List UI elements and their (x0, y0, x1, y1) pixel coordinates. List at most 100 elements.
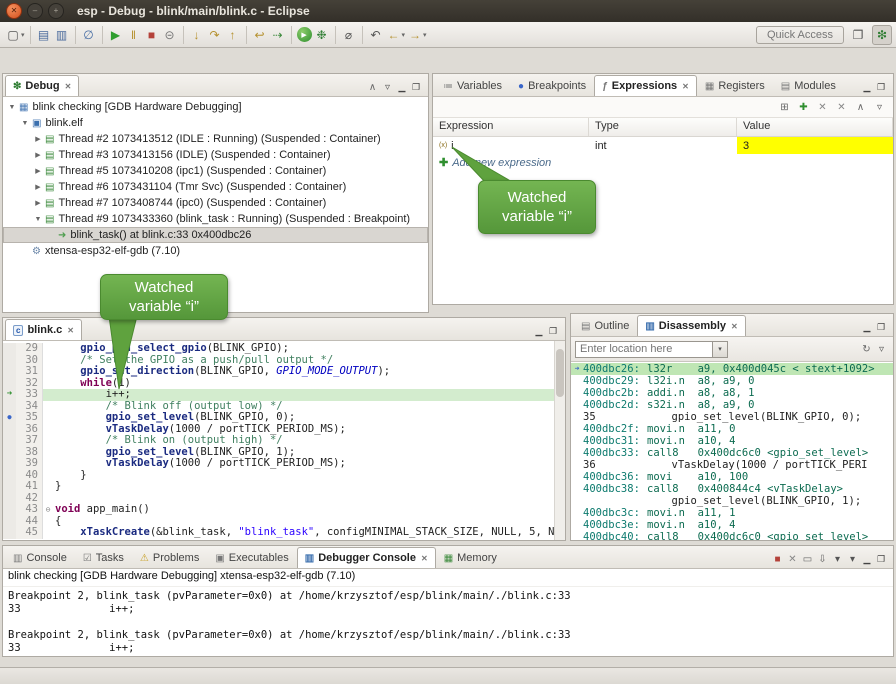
expand-down-icon[interactable]: ▼ (7, 104, 17, 111)
minimize-button[interactable]: ▁ (860, 82, 874, 93)
maximize-button[interactable]: ❐ (409, 82, 423, 93)
line-number[interactable]: 45 (16, 527, 43, 539)
remove-all-terminated-icon[interactable]: ✕ (785, 554, 800, 565)
disassembly-line[interactable]: 400dbc40:call8 0x400dc6c0 <gpio_set_leve… (571, 531, 893, 540)
minimize-button[interactable]: ▁ (860, 554, 874, 565)
debug-tree-row[interactable]: ▶▤Thread #7 1073408744 (ipc0) (Suspended… (3, 195, 428, 211)
disassembly-line[interactable]: ➜400dbc26:l32r a9, 0x400d045c < stext+10… (571, 363, 893, 375)
window-maximize-button[interactable]: + (48, 3, 64, 19)
line-number[interactable]: 39 (16, 458, 43, 470)
code-editor[interactable]: 29 gpio_pad_select_gpio(BLINK_GPIO);30 /… (3, 341, 565, 540)
run-button[interactable]: ▶ (297, 27, 312, 42)
close-icon[interactable]: ✕ (731, 322, 738, 331)
new-wizard-menu-button[interactable]: ▾ (21, 31, 25, 39)
back-menu-button[interactable]: ▾ (402, 31, 406, 39)
disassembly-line[interactable]: 400dbc38:call8 0x400844c4 <vTaskDelay> (571, 483, 893, 495)
show-type-names-icon[interactable]: ⊞ (777, 102, 792, 113)
console-output[interactable]: Breakpoint 2, blink_task (pvParameter=0x… (3, 587, 893, 656)
debug-tree-row[interactable]: ▶▤Thread #3 1073413156 (IDLE) (Suspended… (3, 147, 428, 163)
location-input[interactable] (575, 341, 713, 358)
disassembly-line[interactable]: 400dbc2b:addi.n a8, a8, 1 (571, 387, 893, 399)
tab-console[interactable]: ▥ Console (5, 547, 75, 568)
open-console-icon[interactable]: ▾ (845, 554, 860, 565)
disassembly-line[interactable]: 400dbc2f:movi.n a11, 0 (571, 423, 893, 435)
debug-tree-row[interactable]: ▼▦blink checking [GDB Hardware Debugging… (3, 99, 428, 115)
expand-down-icon[interactable]: ▼ (20, 120, 30, 127)
resume-button[interactable]: ▶ (108, 26, 124, 44)
view-menu-icon[interactable]: ▿ (380, 82, 395, 93)
instruction-stepping-button[interactable]: ⇢ (270, 26, 286, 44)
forward-button[interactable]: → (407, 26, 423, 44)
expression-row[interactable]: (x) i int 3 (433, 137, 893, 154)
drop-to-frame-button[interactable]: ↩ (252, 26, 268, 44)
expand-right-icon[interactable]: ▶ (33, 151, 43, 159)
tab-registers[interactable]: ▦ Registers (697, 75, 773, 96)
tab-disassembly[interactable]: ▥ Disassembly ✕ (637, 315, 745, 336)
new-wizard-button[interactable]: ▢ (5, 26, 21, 44)
maximize-button[interactable]: ❐ (546, 326, 560, 337)
tab-expressions[interactable]: ƒ Expressions ✕ (594, 75, 697, 96)
debug-perspective-button[interactable]: ❇ (872, 25, 892, 45)
step-into-button[interactable]: ↓ (189, 26, 205, 44)
expression-name-cell[interactable]: (x) i (433, 137, 589, 154)
debug-tree-row[interactable]: ▶▤Thread #6 1073431104 (Tmr Svc) (Suspen… (3, 179, 428, 195)
debug-button[interactable]: ❉ (314, 26, 330, 44)
line-number[interactable]: 37 (16, 435, 43, 447)
disassembly-line[interactable]: 400dbc31:movi.n a10, 4 (571, 435, 893, 447)
code-line[interactable]: 45 xTaskCreate(&blink_task, "blink_task"… (3, 527, 565, 539)
expand-right-icon[interactable]: ▶ (33, 183, 43, 191)
tab-variables[interactable]: ≔ Variables (435, 75, 510, 96)
close-icon[interactable]: ✕ (67, 326, 74, 335)
disassembly-line[interactable]: 35 gpio_set_level(BLINK_GPIO, 0); (571, 411, 893, 423)
tab-memory[interactable]: ▦ Memory (436, 547, 505, 568)
step-return-button[interactable]: ↑ (225, 26, 241, 44)
remove-all-expressions-icon[interactable]: ✕ (834, 102, 849, 113)
minimize-button[interactable]: ▁ (395, 82, 409, 93)
back-button[interactable]: ← (386, 26, 402, 44)
tab-debug[interactable]: ❇ Debug ✕ (5, 75, 79, 96)
tab-problems[interactable]: ⚠ Problems (132, 547, 207, 568)
add-expression-icon[interactable]: ✚ (439, 156, 448, 169)
tab-blink-c[interactable]: c blink.c ✕ (5, 319, 82, 340)
search-button[interactable]: ⌀ (341, 26, 357, 44)
tab-outline[interactable]: ▤ Outline (573, 315, 637, 336)
code-line[interactable]: 41} (3, 481, 565, 493)
tab-breakpoints[interactable]: ● Breakpoints (510, 75, 594, 96)
window-minimize-button[interactable]: – (27, 3, 43, 19)
disassembly-line[interactable]: 36 vTaskDelay(1000 / portTICK_PERI (571, 459, 893, 471)
remove-expression-icon[interactable]: ✕ (815, 102, 830, 113)
view-menu-icon[interactable]: ▿ (874, 344, 889, 355)
minimize-button[interactable]: ▁ (860, 322, 874, 333)
forward-menu-button[interactable]: ▾ (423, 31, 427, 39)
quick-access-button[interactable]: Quick Access (756, 26, 844, 44)
maximize-button[interactable]: ❐ (874, 322, 888, 333)
step-over-button[interactable]: ↷ (207, 26, 223, 44)
tab-executables[interactable]: ▣ Executables (207, 547, 296, 568)
minimize-button[interactable]: ▁ (532, 326, 546, 337)
collapse-all-icon[interactable]: ∧ (853, 102, 868, 113)
line-number[interactable]: 41 (16, 481, 43, 493)
debug-tree-row[interactable]: ▼▤Thread #9 1073433360 (blink_task : Run… (3, 211, 428, 227)
code-line[interactable]: 39 vTaskDelay(1000 / portTICK_PERIOD_MS)… (3, 458, 565, 470)
display-selected-console-icon[interactable]: ▾ (830, 554, 845, 565)
disassembly-line[interactable]: 400dbc3c:movi.n a11, 1 (571, 507, 893, 519)
add-expression-icon[interactable]: ✚ (796, 102, 811, 113)
expand-down-icon[interactable]: ▼ (33, 216, 43, 223)
tab-debugger-console[interactable]: ▥ Debugger Console ✕ (297, 547, 436, 568)
disassembly-line[interactable]: 400dbc29:l32i.n a8, a9, 0 (571, 375, 893, 387)
window-close-button[interactable]: ✕ (6, 3, 22, 19)
disassembly-line[interactable]: 400dbc2d:s32i.n a8, a9, 0 (571, 399, 893, 411)
suspend-button[interactable]: ‖ (126, 26, 142, 44)
close-icon[interactable]: ✕ (65, 82, 72, 91)
add-expression-label[interactable]: Add new expression (452, 157, 551, 169)
scroll-lock-icon[interactable]: ⇩ (815, 554, 830, 565)
expand-right-icon[interactable]: ▶ (33, 135, 43, 143)
disassembly-content[interactable]: ➜400dbc26:l32r a9, 0x400d045c < stext+10… (571, 362, 893, 540)
line-number[interactable]: 43 (16, 504, 43, 516)
maximize-button[interactable]: ❐ (874, 82, 888, 93)
save-button[interactable]: ▤ (36, 26, 52, 44)
open-perspective-button[interactable]: ❐ (848, 25, 868, 45)
disconnect-button[interactable]: ⊝ (162, 26, 178, 44)
editor-scrollbar[interactable] (554, 341, 565, 540)
terminate-icon[interactable]: ■ (770, 554, 785, 565)
